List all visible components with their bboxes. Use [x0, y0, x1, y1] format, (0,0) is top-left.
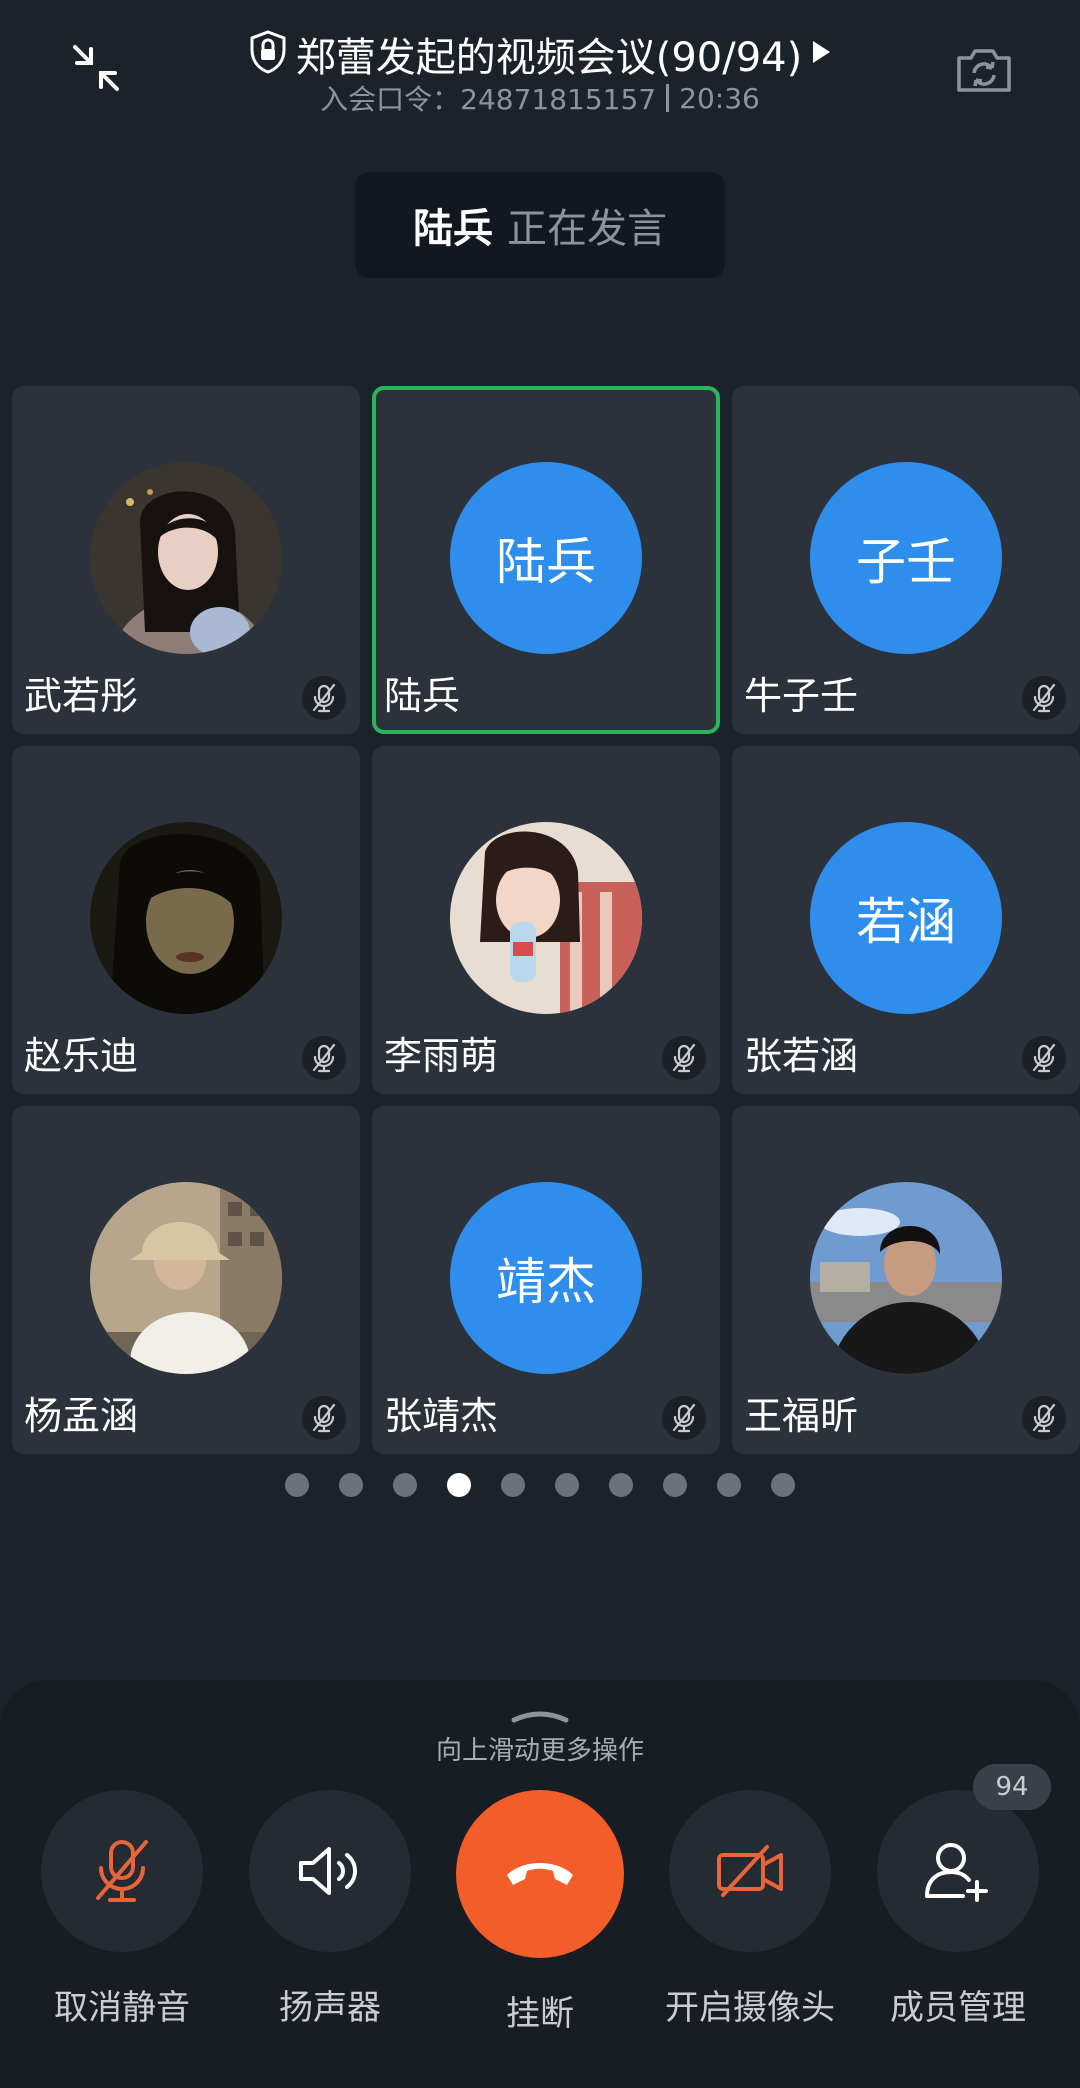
meeting-code: 入会口令：24871815157: [320, 83, 657, 116]
participant-name: 李雨萌: [384, 1034, 499, 1078]
meeting-time: 20:36: [679, 81, 760, 115]
participant-name: 牛子壬: [744, 674, 859, 718]
avatar: 靖杰: [450, 1182, 642, 1374]
action-label: 挂断: [506, 1994, 574, 2034]
drag-handle-icon[interactable]: [508, 1706, 572, 1726]
page-dot[interactable]: [501, 1473, 525, 1497]
participant-tile[interactable]: 武若彤: [12, 386, 360, 734]
top-bar: 郑蕾发起的视频会议(90/94) 入会口令：24871815157 20:36: [0, 0, 1080, 130]
speaker-button[interactable]: 扬声器: [240, 1790, 420, 2029]
separator: [666, 84, 670, 112]
play-arrow-icon: [810, 39, 832, 69]
participant-tile[interactable]: 杨孟涵: [12, 1106, 360, 1454]
speaker-status: 正在发言: [507, 206, 667, 252]
camera-off-icon[interactable]: [669, 1790, 831, 1952]
control-panel[interactable]: 向上滑动更多操作 取消静音 扬声器 挂断 开启摄像头 94 成员管理: [0, 1680, 1080, 2088]
avatar: 陆兵: [450, 462, 642, 654]
call-actions: 取消静音 扬声器 挂断 开启摄像头 94 成员管理: [0, 1764, 1080, 2070]
participant-grid: 武若彤 陆兵 陆兵 子壬 牛子壬 赵乐迪 李雨萌 若涵 张若涵 杨孟涵 靖杰 张…: [12, 386, 1080, 1454]
mic-off-icon[interactable]: [41, 1790, 203, 1952]
page-dot[interactable]: [393, 1473, 417, 1497]
mic-muted-icon: [662, 1396, 706, 1440]
speaker-icon[interactable]: [249, 1790, 411, 1952]
participant-name: 张靖杰: [384, 1394, 499, 1438]
page-dot[interactable]: [555, 1473, 579, 1497]
avatar: 子壬: [810, 462, 1002, 654]
action-label: 开启摄像头: [665, 1988, 835, 2028]
participant-tile[interactable]: 李雨萌: [372, 746, 720, 1094]
lock-shield-icon: [248, 30, 288, 78]
participant-tile[interactable]: 子壬 牛子壬: [732, 386, 1080, 734]
camera-button[interactable]: 开启摄像头: [660, 1790, 840, 2029]
participant-name: 武若彤: [24, 674, 139, 718]
avatar: [90, 1182, 282, 1374]
add-member-icon[interactable]: 94: [877, 1764, 1051, 1952]
avatar: [90, 462, 282, 654]
participant-name: 赵乐迪: [24, 1034, 139, 1078]
avatar: [90, 822, 282, 1014]
speaking-indicator: 陆兵 正在发言: [355, 172, 725, 278]
mic-muted-icon: [1022, 676, 1066, 720]
meeting-info: 入会口令：24871815157 20:36: [0, 76, 1080, 120]
avatar: [450, 822, 642, 1014]
action-label: 取消静音: [54, 1988, 190, 2028]
participant-name: 王福昕: [744, 1394, 859, 1438]
page-dot[interactable]: [663, 1473, 687, 1497]
mic-muted-icon: [1022, 1396, 1066, 1440]
page-indicator[interactable]: [0, 1470, 1080, 1500]
participant-name: 张若涵: [744, 1034, 859, 1078]
participant-name: 杨孟涵: [24, 1394, 139, 1438]
meeting-title-row[interactable]: 郑蕾发起的视频会议(90/94): [0, 24, 1080, 84]
unmute-button[interactable]: 取消静音: [32, 1790, 212, 2029]
participant-name: 陆兵: [384, 674, 461, 718]
participant-tile[interactable]: 陆兵 陆兵: [372, 386, 720, 734]
mic-muted-icon: [302, 1036, 346, 1080]
participant-tile[interactable]: 赵乐迪: [12, 746, 360, 1094]
camera-switch-icon[interactable]: [948, 34, 1020, 106]
page-dot[interactable]: [717, 1473, 741, 1497]
mic-muted-icon: [662, 1036, 706, 1080]
page-dot[interactable]: [339, 1473, 363, 1497]
speaker-name: 陆兵: [413, 206, 493, 252]
action-label: 成员管理: [890, 1988, 1026, 2028]
mic-muted-icon: [302, 676, 346, 720]
hangup-icon[interactable]: [456, 1790, 624, 1958]
member-count-badge: 94: [973, 1764, 1051, 1810]
participant-tile[interactable]: 靖杰 张靖杰: [372, 1106, 720, 1454]
avatar: 若涵: [810, 822, 1002, 1014]
participant-tile[interactable]: 王福昕: [732, 1106, 1080, 1454]
mic-muted-icon: [302, 1396, 346, 1440]
page-dot[interactable]: [609, 1473, 633, 1497]
meeting-title: 郑蕾发起的视频会议(90/94): [295, 35, 803, 81]
members-button[interactable]: 94 成员管理: [868, 1764, 1051, 2029]
hangup-button[interactable]: 挂断: [450, 1790, 630, 2035]
swipe-hint: 向上滑动更多操作: [435, 1736, 644, 1766]
page-dot[interactable]: [771, 1473, 795, 1497]
mic-muted-icon: [1022, 1036, 1066, 1080]
action-label: 扬声器: [279, 1988, 381, 2028]
avatar: [810, 1182, 1002, 1374]
page-dot-active[interactable]: [447, 1473, 471, 1497]
participant-tile[interactable]: 若涵 张若涵: [732, 746, 1080, 1094]
page-dot[interactable]: [285, 1473, 309, 1497]
